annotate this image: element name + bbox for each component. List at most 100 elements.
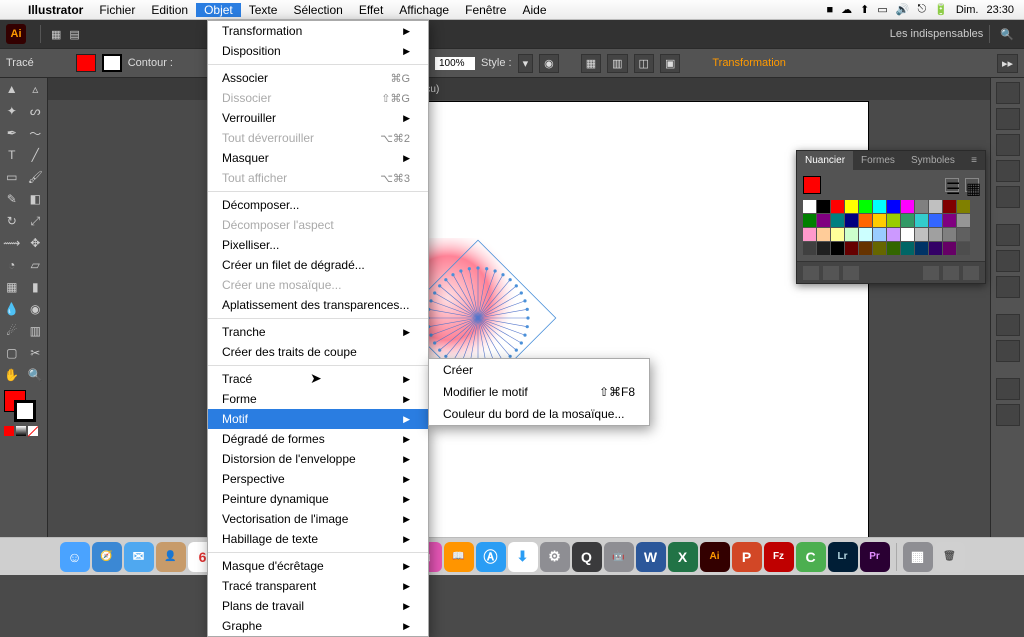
workspace-switcher[interactable]: Les indispensables	[890, 28, 984, 40]
menu-item-21[interactable]: Forme▶	[208, 389, 428, 409]
dock-dropbox[interactable]: ⬇	[508, 542, 538, 572]
swatch[interactable]	[957, 214, 970, 227]
swatch[interactable]	[817, 214, 830, 227]
eraser-tool[interactable]: ◧	[24, 188, 48, 210]
menu-item-0[interactable]: Transformation▶	[208, 21, 428, 41]
swatch-options[interactable]	[843, 266, 859, 280]
submenu-item-2[interactable]: Couleur du bord de la mosaïque...	[429, 403, 649, 425]
shaper-tool[interactable]: ✎	[0, 188, 24, 210]
artboards-panel-icon[interactable]	[996, 404, 1020, 426]
swatch[interactable]	[901, 228, 914, 241]
swatch[interactable]	[803, 228, 816, 241]
rotate-tool[interactable]: ↻	[0, 210, 24, 232]
swatch-kind-menu[interactable]	[823, 266, 839, 280]
swatch[interactable]	[943, 228, 956, 241]
swatch[interactable]	[887, 228, 900, 241]
dock-mail[interactable]: ✉	[124, 542, 154, 572]
perspective-tool[interactable]: ▱	[24, 254, 48, 276]
dock-powerpoint[interactable]: P	[732, 542, 762, 572]
menu-aide[interactable]: Aide	[514, 3, 554, 17]
swatch[interactable]	[817, 200, 830, 213]
menu-item-32[interactable]: Plans de travail▶	[208, 596, 428, 616]
menu-item-10[interactable]: Décomposer...	[208, 195, 428, 215]
tab-symboles[interactable]: Symboles	[903, 151, 963, 170]
menu-item-7[interactable]: Masquer▶	[208, 148, 428, 168]
swatch[interactable]	[943, 242, 956, 255]
swatch[interactable]	[859, 228, 872, 241]
grid-view-icon[interactable]: ▦	[965, 178, 979, 192]
selection-tool[interactable]: ▲	[0, 78, 24, 100]
menu-edition[interactable]: Edition	[143, 3, 196, 17]
arrange-docs-button[interactable]: ▤	[65, 26, 83, 43]
swatch[interactable]	[915, 200, 928, 213]
fill-swatch[interactable]	[76, 54, 96, 72]
menu-item-27[interactable]: Vectorisation de l'image▶	[208, 509, 428, 529]
swatch[interactable]	[929, 242, 942, 255]
swatch[interactable]	[859, 242, 872, 255]
menu-item-17[interactable]: Tranche▶	[208, 322, 428, 342]
dock-quicktime[interactable]: Q	[572, 542, 602, 572]
direct-select-tool[interactable]: ▵	[24, 78, 48, 100]
line-tool[interactable]: ╱	[24, 144, 48, 166]
swatch[interactable]	[957, 228, 970, 241]
align2-button[interactable]: ▥	[607, 54, 627, 73]
curvature-tool[interactable]: ～	[24, 122, 48, 144]
gradient-tool[interactable]: ▮	[24, 276, 48, 298]
swatch[interactable]	[817, 242, 830, 255]
new-swatch-button[interactable]	[943, 266, 959, 280]
swatch[interactable]	[845, 200, 858, 213]
dock-automator[interactable]: 🤖	[604, 542, 634, 572]
symbol-tool[interactable]: ☄	[0, 320, 24, 342]
canvas-area[interactable]: ns titre - 10* @ 94% (CMJN/Aperçu)	[48, 78, 990, 537]
swatch[interactable]	[845, 242, 858, 255]
swatch[interactable]	[887, 242, 900, 255]
transparency-panel-icon[interactable]	[996, 276, 1020, 298]
swatch[interactable]	[817, 228, 830, 241]
swatch[interactable]	[845, 228, 858, 241]
tab-formes[interactable]: Formes	[853, 151, 903, 170]
slice-tool[interactable]: ✂	[24, 342, 48, 364]
transform-link[interactable]: Transformation	[712, 57, 786, 69]
brushes-panel-icon[interactable]	[996, 160, 1020, 182]
align-button[interactable]: ▦	[581, 54, 601, 73]
swatch[interactable]	[901, 214, 914, 227]
menu-item-22[interactable]: Motif▶	[208, 409, 428, 429]
menu-affichage[interactable]: Affichage	[391, 3, 457, 17]
free-transform-tool[interactable]: ✥	[24, 232, 48, 254]
delete-swatch-button[interactable]	[963, 266, 979, 280]
lasso-tool[interactable]: ᔕ	[24, 100, 48, 122]
swatch[interactable]	[831, 228, 844, 241]
rectangle-tool[interactable]: ▭	[0, 166, 24, 188]
eyedropper-tool[interactable]: 💧	[0, 298, 24, 320]
shape-builder-tool[interactable]: ◔	[0, 254, 24, 276]
panel-menu-icon[interactable]: ≡	[963, 151, 985, 170]
swatch[interactable]	[957, 242, 970, 255]
menu-item-28[interactable]: Habillage de texte▶	[208, 529, 428, 549]
swatch[interactable]	[859, 200, 872, 213]
menu-texte[interactable]: Texte	[241, 3, 286, 17]
type-tool[interactable]: T	[0, 144, 24, 166]
width-tool[interactable]: ⟿	[0, 232, 24, 254]
graphic-styles-panel-icon[interactable]	[996, 340, 1020, 362]
dock-excel[interactable]: X	[668, 542, 698, 572]
swatch[interactable]	[859, 214, 872, 227]
swatch-lib-menu[interactable]	[803, 266, 819, 280]
swatch[interactable]	[831, 214, 844, 227]
opacity-field[interactable]: 100%	[435, 57, 475, 70]
swatch[interactable]	[803, 242, 816, 255]
swatch[interactable]	[915, 242, 928, 255]
swatch[interactable]	[803, 200, 816, 213]
menu-item-15[interactable]: Aplatissement des transparences...	[208, 295, 428, 315]
dock-lightroom[interactable]: Lr	[828, 542, 858, 572]
menu-item-33[interactable]: Graphe▶	[208, 616, 428, 636]
swatch[interactable]	[873, 228, 886, 241]
artboard-tool[interactable]: ▢	[0, 342, 24, 364]
symbols-panel-icon[interactable]	[996, 186, 1020, 208]
menu-item-23[interactable]: Dégradé de formes▶	[208, 429, 428, 449]
scale-tool[interactable]: ⤢	[24, 210, 48, 232]
submenu-item-0[interactable]: Créer	[429, 359, 649, 381]
swatch[interactable]	[943, 214, 956, 227]
menu-fenetre[interactable]: Fenêtre	[457, 3, 514, 17]
blend-tool[interactable]: ◉	[24, 298, 48, 320]
menu-objet[interactable]: Objet	[196, 3, 241, 17]
